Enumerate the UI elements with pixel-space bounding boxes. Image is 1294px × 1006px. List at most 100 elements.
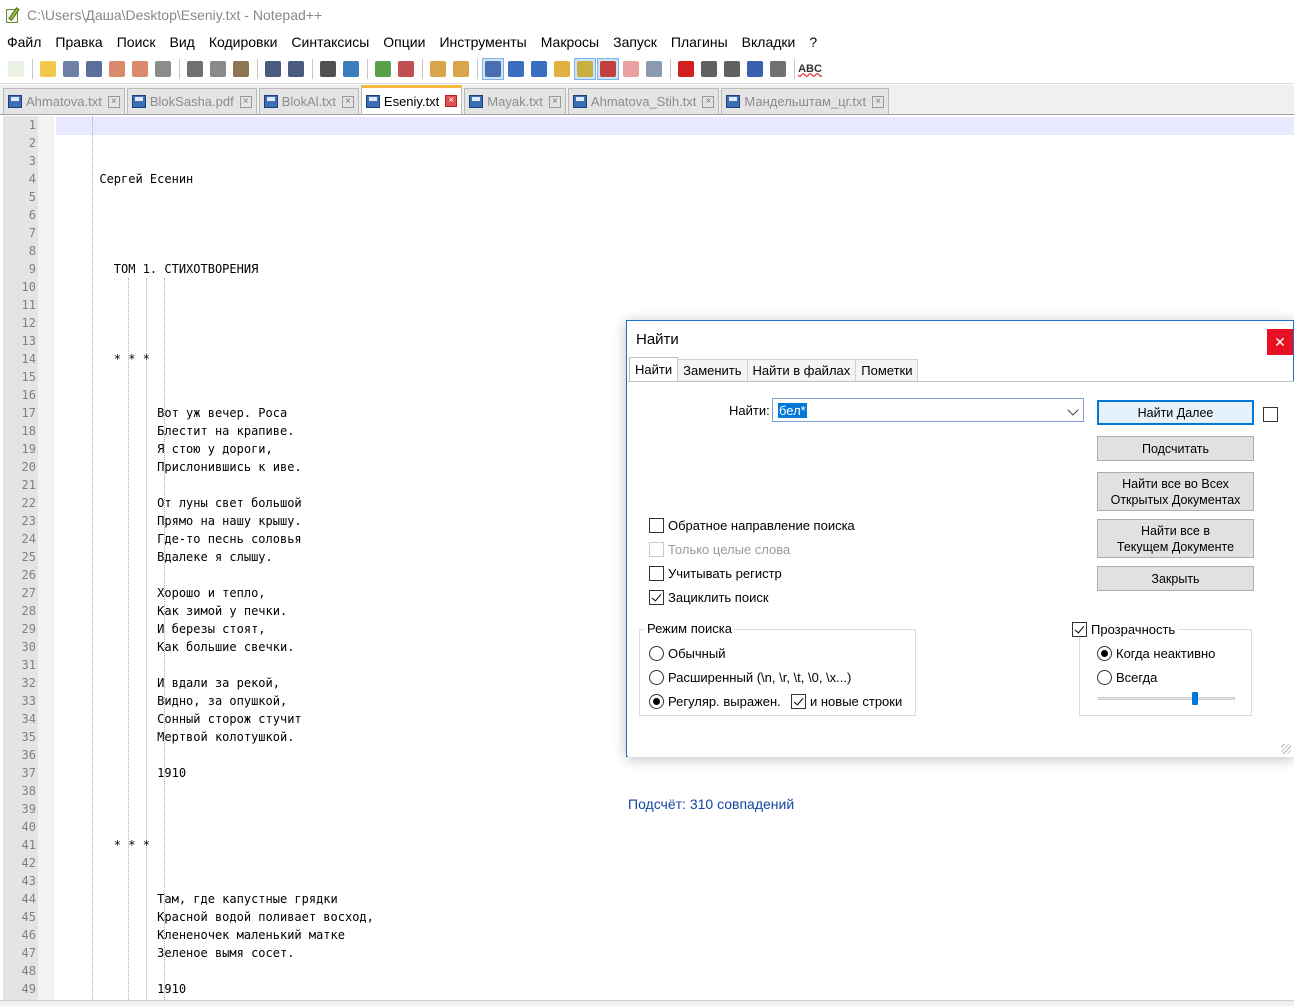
- menu-item[interactable]: Запуск: [613, 34, 657, 50]
- match-case-checkbox[interactable]: [649, 566, 664, 581]
- redo-button[interactable]: [285, 58, 307, 80]
- sync-horizontal-button[interactable]: [450, 58, 472, 80]
- text-line[interactable]: [56, 962, 1294, 980]
- text-line[interactable]: [56, 134, 1294, 152]
- cut-button[interactable]: [184, 58, 206, 80]
- print-button[interactable]: [152, 58, 174, 80]
- text-line[interactable]: [56, 872, 1294, 890]
- text-line[interactable]: [56, 296, 1294, 314]
- undo-button[interactable]: [262, 58, 284, 80]
- text-line[interactable]: * * *: [56, 836, 1294, 854]
- side-checkbox[interactable]: [1263, 407, 1278, 422]
- document-map-button[interactable]: [574, 57, 596, 80]
- document-tab[interactable]: Ahmatova.txt ×: [3, 88, 125, 114]
- close-icon[interactable]: ×: [548, 95, 561, 108]
- menu-item[interactable]: Инструменты: [439, 34, 526, 50]
- mode-regex[interactable]: Регуляр. выражен.: [649, 694, 781, 709]
- close-all-button[interactable]: [129, 58, 151, 80]
- spell-check-button[interactable]: ABC: [798, 58, 822, 80]
- menu-item[interactable]: Макросы: [541, 34, 599, 50]
- backward-checkbox[interactable]: [649, 518, 664, 533]
- dialog-tab[interactable]: Пометки: [855, 359, 919, 381]
- text-line[interactable]: [56, 818, 1294, 836]
- transparency-checkbox[interactable]: [1072, 622, 1087, 637]
- menu-item[interactable]: Правка: [55, 34, 102, 50]
- close-icon[interactable]: ×: [107, 95, 120, 108]
- text-line[interactable]: Сергей Есенин: [56, 170, 1294, 188]
- dialog-tab[interactable]: Найти: [629, 357, 679, 381]
- text-line[interactable]: [56, 188, 1294, 206]
- mode-normal-radio[interactable]: [649, 646, 664, 661]
- mode-extended-radio[interactable]: [649, 670, 664, 685]
- text-line[interactable]: ТОМ 1. СТИХОТВОРЕНИЯ: [56, 260, 1294, 278]
- on-inactive-radio[interactable]: [1097, 646, 1112, 661]
- text-line[interactable]: [56, 224, 1294, 242]
- folder-button[interactable]: [620, 58, 642, 80]
- text-line[interactable]: Там, где капустные грядки: [56, 890, 1294, 908]
- option-backward-direction[interactable]: Обратное направление поиска: [649, 518, 855, 533]
- menu-item[interactable]: Вид: [170, 34, 195, 50]
- find-all-open-docs-button[interactable]: Найти все во Всех Открытых Документах: [1097, 472, 1254, 511]
- text-line[interactable]: Зеленое вымя сосет.: [56, 944, 1294, 962]
- transparency-option[interactable]: Прозрачность: [1072, 622, 1179, 637]
- menu-item[interactable]: Кодировки: [209, 34, 278, 50]
- transparency-slider[interactable]: [1098, 692, 1235, 705]
- dialog-tab[interactable]: Заменить: [677, 359, 748, 381]
- text-line[interactable]: Красной водой поливает восход,: [56, 908, 1294, 926]
- dialog-close-button[interactable]: ✕: [1267, 329, 1293, 355]
- close-icon[interactable]: ×: [341, 95, 354, 108]
- save-button[interactable]: [60, 58, 82, 80]
- stop-record-button[interactable]: [698, 58, 720, 80]
- dialog-tab[interactable]: Найти в файлах: [746, 359, 857, 381]
- mode-extended[interactable]: Расширенный (\n, \r, \t, \0, \x...): [649, 670, 851, 685]
- slider-thumb[interactable]: [1191, 692, 1198, 705]
- save-all-button[interactable]: [83, 58, 105, 80]
- menu-item[interactable]: Синтаксисы: [291, 34, 369, 50]
- option-wrap-around[interactable]: Зациклить поиск: [649, 590, 769, 605]
- wrap-around-checkbox[interactable]: [649, 590, 664, 605]
- document-tab[interactable]: BlokSasha.pdf ×: [126, 88, 257, 114]
- menu-item[interactable]: Файл: [7, 34, 41, 50]
- menu-item[interactable]: Поиск: [117, 34, 156, 50]
- run-macro-multiple-button[interactable]: [744, 58, 766, 80]
- document-tab[interactable]: Mayak.txt ×: [464, 88, 566, 114]
- record-macro-button[interactable]: [675, 58, 697, 80]
- find-input-value[interactable]: бел*: [778, 402, 807, 418]
- option-match-case[interactable]: Учитывать регистр: [649, 566, 782, 581]
- text-line[interactable]: [56, 206, 1294, 224]
- text-line[interactable]: [56, 854, 1294, 872]
- copy-button[interactable]: [207, 58, 229, 80]
- text-line[interactable]: Клененочек маленький матке: [56, 926, 1294, 944]
- always-radio[interactable]: [1097, 670, 1112, 685]
- replace-button[interactable]: [340, 58, 362, 80]
- zoom-out-button[interactable]: [395, 58, 417, 80]
- mode-regex-radio[interactable]: [649, 694, 664, 709]
- count-button[interactable]: Подсчитать: [1097, 436, 1254, 461]
- close-file-button[interactable]: [106, 58, 128, 80]
- play-macro-button[interactable]: [721, 58, 743, 80]
- open-folder-button[interactable]: [37, 58, 59, 80]
- function-list-button[interactable]: [597, 57, 619, 80]
- newline-option[interactable]: и новые строки: [791, 694, 902, 709]
- menu-item[interactable]: Опции: [383, 34, 425, 50]
- folder-as-workspace-button[interactable]: [551, 58, 573, 80]
- find-button[interactable]: [317, 58, 339, 80]
- text-line[interactable]: 1910: [56, 980, 1294, 998]
- monitoring-button[interactable]: [643, 58, 665, 80]
- text-line[interactable]: [56, 242, 1294, 260]
- newline-checkbox[interactable]: [791, 694, 806, 709]
- menu-item[interactable]: ?: [809, 34, 817, 50]
- mode-normal[interactable]: Обычный: [649, 646, 725, 661]
- close-button[interactable]: Закрыть: [1097, 566, 1254, 591]
- close-icon[interactable]: ×: [445, 95, 458, 107]
- text-line[interactable]: [56, 116, 1294, 134]
- transparency-on-inactive[interactable]: Когда неактивно: [1097, 646, 1215, 661]
- show-all-chars-button[interactable]: [505, 58, 527, 80]
- find-all-current-doc-button[interactable]: Найти все в Текущем Документе: [1097, 519, 1254, 558]
- indent-guide-button[interactable]: [528, 58, 550, 80]
- text-line[interactable]: [56, 152, 1294, 170]
- document-tab[interactable]: Eseniy.txt ×: [360, 85, 463, 114]
- fold-margin[interactable]: [38, 116, 54, 1000]
- resize-grip-icon[interactable]: [1281, 744, 1291, 754]
- paste-button[interactable]: [230, 58, 252, 80]
